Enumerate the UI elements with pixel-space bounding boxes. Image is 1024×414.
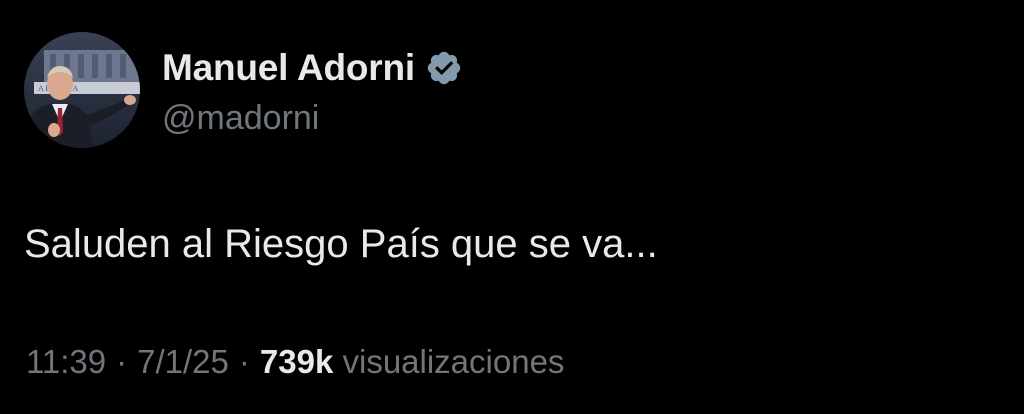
author-display-name[interactable]: Manuel Adorni xyxy=(162,44,415,92)
verified-badge-icon xyxy=(425,49,463,87)
tweet-date[interactable]: 7/1/25 xyxy=(137,343,229,380)
meta-separator: · xyxy=(238,343,250,380)
tweet-text: Saluden al Riesgo País que se va... xyxy=(24,222,658,266)
author-handle[interactable]: @madorni xyxy=(162,96,463,140)
author-name-row: Manuel Adorni xyxy=(162,44,463,92)
tweet-meta: 11:39 · 7/1/25 · 739k visualizaciones xyxy=(26,336,564,388)
avatar[interactable]: A ROSADA xyxy=(24,32,140,148)
avatar-photo: A ROSADA xyxy=(24,32,140,148)
views-label: visualizaciones xyxy=(342,343,565,380)
author-block: Manuel Adorni @madorni xyxy=(162,44,463,140)
views-count[interactable]: 739k xyxy=(260,343,333,380)
meta-separator: · xyxy=(116,343,128,380)
tweet-card: A ROSADA Manuel Adorni xyxy=(0,0,1024,414)
tweet-time[interactable]: 11:39 xyxy=(26,343,106,380)
